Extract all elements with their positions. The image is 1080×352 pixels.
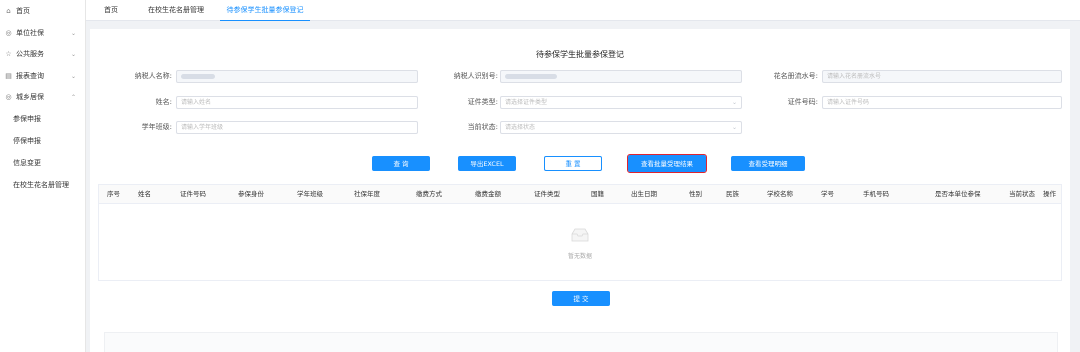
column-header[interactable]: 手机号码 (863, 185, 889, 204)
cert-no-label: 证件号码: (787, 98, 818, 106)
results-table: 序号 姓名 证件号码 参保身份 学年班级 社保年度 缴费方式 缴费金额 证件类型… (98, 184, 1062, 281)
view-detail-button[interactable]: 查看受理明细 (731, 156, 805, 171)
column-header[interactable]: 学校名称 (767, 185, 793, 204)
name-label: 姓名: (155, 98, 172, 106)
tab-home[interactable]: 首页 (99, 0, 123, 21)
sidebar-subitem-info-change[interactable]: 信息变更 (13, 154, 41, 172)
chevron-up-icon: ⌃ (70, 93, 76, 101)
chevron-down-icon: ⌄ (731, 99, 737, 106)
column-header[interactable]: 性别 (689, 185, 702, 204)
column-header[interactable]: 是否本单位参保 (935, 185, 981, 204)
cert-type-select[interactable]: 请选择证件类型 ⌄ (500, 96, 742, 109)
export-excel-button[interactable]: 导出EXCEL (458, 156, 516, 171)
column-header[interactable]: 参保身份 (238, 185, 264, 204)
column-header[interactable]: 出生日期 (631, 185, 657, 204)
column-header[interactable]: 姓名 (138, 185, 151, 204)
page-title: 待参保学生批量参保登记 (536, 50, 624, 59)
column-header[interactable]: 证件类型 (534, 185, 560, 204)
chevron-down-icon: ⌄ (70, 72, 76, 80)
sidebar-item-home[interactable]: ⌂ 首页 (0, 2, 86, 20)
main-panel: 待参保学生批量参保登记 纳税人名称: 纳税人识别号: 花名册流水号: 请输入花名… (90, 29, 1070, 352)
sidebar-subitem-stop[interactable]: 停保申报 (13, 132, 41, 150)
sidebar-item-label: 城乡居保 (16, 93, 44, 101)
column-header[interactable]: 缴费方式 (416, 185, 442, 204)
sidebar-item-public-services[interactable]: ☆ 公共服务 ⌄ (0, 45, 86, 63)
column-header[interactable]: 学号 (821, 185, 834, 204)
cert-type-label: 证件类型: (467, 98, 498, 106)
class-input[interactable]: 请输入学年班级 (176, 121, 418, 134)
sidebar-subitem-student-roster[interactable]: 在校生花名册管理 (13, 176, 69, 194)
cert-type-placeholder: 请选择证件类型 (505, 99, 548, 106)
status-label: 当前状态: (467, 123, 498, 131)
column-header[interactable]: 操作 (1043, 185, 1056, 204)
chevron-down-icon: ⌄ (70, 50, 76, 58)
column-header[interactable]: 民族 (726, 185, 739, 204)
column-header[interactable]: 缴费金额 (475, 185, 501, 204)
sidebar-subitem-enroll[interactable]: 参保申报 (13, 110, 41, 128)
reset-button[interactable]: 重 置 (544, 156, 602, 171)
roster-no-label: 花名册流水号: (773, 72, 818, 80)
sidebar-item-unit-social-security[interactable]: ◎ 单位社保 ⌄ (0, 24, 86, 42)
column-header[interactable]: 序号 (107, 185, 120, 204)
sidebar-item-label: 公共服务 (16, 50, 44, 58)
bottom-section (104, 332, 1058, 352)
sidebar-item-urban-rural-insurance[interactable]: ◎ 城乡居保 ⌃ (0, 88, 86, 106)
sidebar-item-label: 报表查询 (16, 72, 44, 80)
home-icon: ⌂ (6, 7, 11, 15)
name-input[interactable]: 请输入姓名 (176, 96, 418, 109)
chevron-down-icon: ⌄ (731, 124, 737, 131)
circle-icon: ◎ (5, 93, 12, 101)
taxpayer-id-label: 纳税人识别号: (453, 72, 498, 80)
taxpayer-name-label: 纳税人名称: (134, 72, 172, 80)
status-placeholder: 请选择状态 (505, 124, 536, 131)
empty-state-text: 暂无数据 (567, 253, 592, 260)
taxpayer-id-field[interactable] (500, 70, 742, 83)
column-header[interactable]: 社保年度 (354, 185, 380, 204)
tab-student-roster[interactable]: 在校生花名册管理 (136, 0, 216, 21)
sidebar: ⌂ 首页 ◎ 单位社保 ⌄ ☆ 公共服务 ⌄ ▤ 报表查询 ⌄ ◎ 城乡居保 ⌃… (0, 0, 86, 352)
chevron-down-icon: ⌄ (70, 29, 76, 37)
report-icon: ▤ (5, 72, 12, 80)
empty-box-icon (571, 228, 589, 242)
table-header: 序号 姓名 证件号码 参保身份 学年班级 社保年度 缴费方式 缴费金额 证件类型… (99, 185, 1061, 204)
sidebar-item-reports[interactable]: ▤ 报表查询 ⌄ (0, 67, 86, 85)
taxpayer-name-field[interactable] (176, 70, 418, 83)
column-header[interactable]: 国籍 (591, 185, 604, 204)
roster-no-field[interactable]: 请输入花名册流水号 (822, 70, 1062, 83)
circle-icon: ◎ (5, 29, 12, 37)
tab-bar: 首页 在校生花名册管理 待参保学生批量参保登记 (86, 0, 1080, 21)
submit-button[interactable]: 提 交 (552, 291, 610, 306)
status-select[interactable]: 请选择状态 ⌄ (500, 121, 742, 134)
cert-no-input[interactable]: 请输入证件号码 (822, 96, 1062, 109)
masked-value (181, 74, 215, 79)
column-header[interactable]: 学年班级 (297, 185, 323, 204)
column-header[interactable]: 当前状态 (1009, 185, 1035, 204)
view-batch-result-button[interactable]: 查看批量受理结果 (627, 154, 707, 173)
star-icon: ☆ (5, 50, 12, 58)
class-label: 学年班级: (141, 123, 172, 131)
sidebar-item-label: 单位社保 (16, 29, 44, 37)
column-header[interactable]: 证件号码 (180, 185, 206, 204)
tab-batch-enrollment[interactable]: 待参保学生批量参保登记 (220, 0, 310, 21)
masked-value (505, 74, 557, 79)
sidebar-item-label: 首页 (16, 7, 30, 15)
query-button[interactable]: 查 询 (372, 156, 430, 171)
